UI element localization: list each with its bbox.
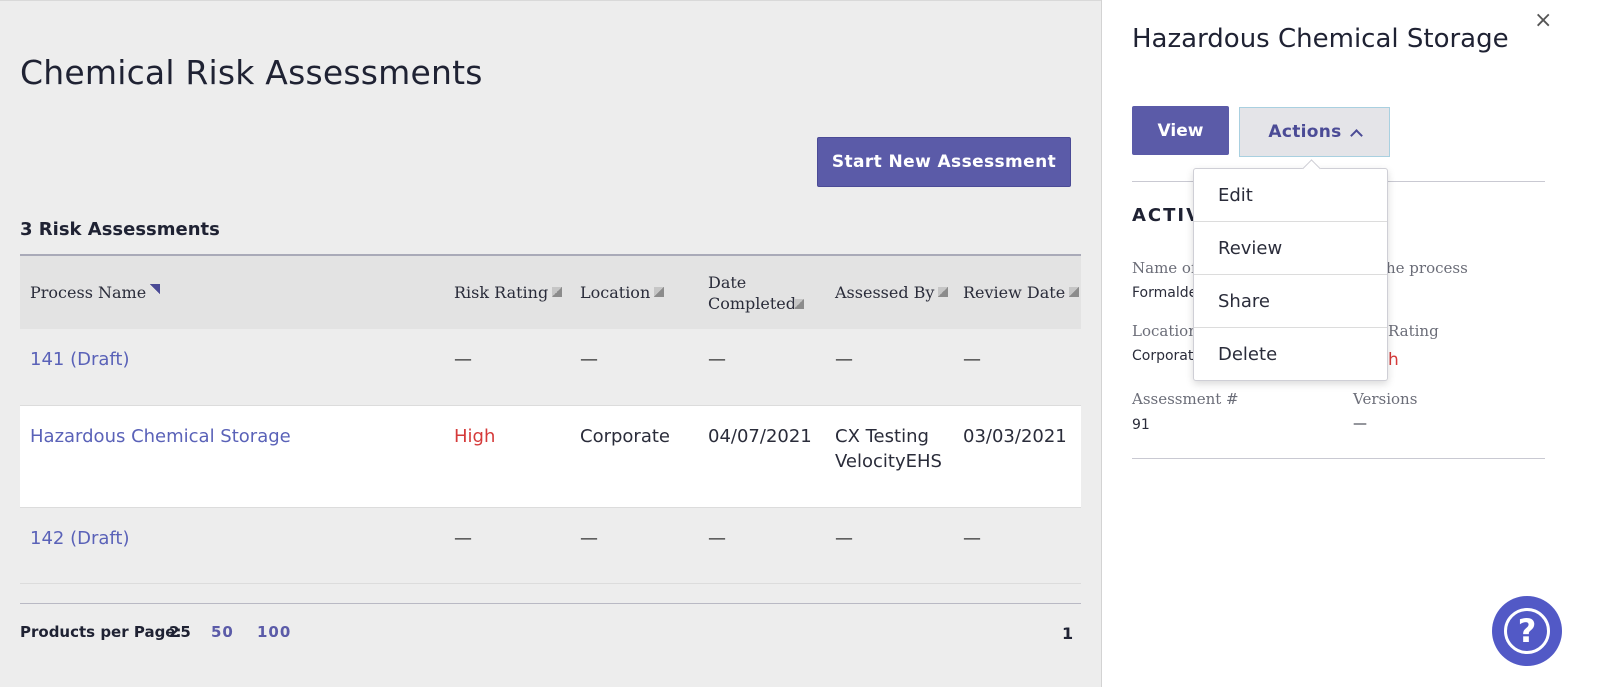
table-row-selected[interactable]: Hazardous Chemical Storage High Corporat… xyxy=(20,406,1081,508)
column-header-location[interactable]: Location xyxy=(580,256,665,329)
panel-divider xyxy=(1132,458,1545,459)
process-name-link[interactable]: Hazardous Chemical Storage xyxy=(30,424,291,449)
chevron-up-icon xyxy=(1349,128,1363,142)
sort-icon[interactable] xyxy=(938,286,949,297)
field-value-assessment-number: 91 xyxy=(1132,417,1150,433)
date-completed-cell: — xyxy=(708,349,726,370)
menu-item-share[interactable]: Share xyxy=(1194,275,1387,328)
start-new-assessment-button[interactable]: Start New Assessment xyxy=(817,137,1071,187)
menu-item-edit[interactable]: Edit xyxy=(1194,169,1387,222)
field-label-process: he process xyxy=(1386,259,1468,277)
field-value-name: Formalde xyxy=(1132,285,1198,301)
process-name-link[interactable]: 141 (Draft) xyxy=(30,347,130,372)
question-mark-icon: ? xyxy=(1504,608,1550,654)
column-header-assessed-by[interactable]: Assessed By xyxy=(835,256,949,329)
sort-icon[interactable] xyxy=(1069,286,1080,297)
sort-descending-icon[interactable] xyxy=(150,283,161,294)
per-page-option-50[interactable]: 50 xyxy=(211,623,234,641)
panel-title: Hazardous Chemical Storage xyxy=(1132,24,1509,54)
field-value-versions: — xyxy=(1353,416,1367,432)
main-content: Chemical Risk Assessments Start New Asse… xyxy=(0,0,1101,687)
sort-icon[interactable] xyxy=(794,299,804,309)
column-header-review-date[interactable]: Review Date xyxy=(963,256,1080,329)
review-date-cell: — xyxy=(963,528,981,549)
location-cell: — xyxy=(580,528,598,549)
column-label: Process Name xyxy=(30,283,147,302)
risk-rating-cell: — xyxy=(454,528,472,549)
field-label-versions: Versions xyxy=(1353,390,1418,408)
risk-rating-cell: — xyxy=(454,349,472,370)
risk-rating-cell: High xyxy=(454,426,496,447)
column-header-process-name[interactable]: Process Name xyxy=(30,256,161,329)
per-page-option-25[interactable]: 25 xyxy=(169,623,192,641)
footer-divider xyxy=(20,603,1081,604)
per-page-option-100[interactable]: 100 xyxy=(257,623,291,641)
field-value-location: Corporat xyxy=(1132,348,1194,364)
field-label-name: Name of xyxy=(1132,259,1197,277)
page-title: Chemical Risk Assessments xyxy=(20,53,483,92)
date-completed-cell: 04/07/2021 xyxy=(708,426,812,447)
assessed-by-cell: — xyxy=(835,528,853,549)
view-button[interactable]: View xyxy=(1132,106,1229,155)
actions-label: Actions xyxy=(1268,122,1342,142)
sort-icon[interactable] xyxy=(654,286,665,297)
column-label: Review Date xyxy=(963,283,1066,302)
assessed-by-cell: — xyxy=(835,349,853,370)
table-header: Process Name Risk Rating Location Date C… xyxy=(20,254,1081,329)
menu-item-delete[interactable]: Delete xyxy=(1194,328,1387,381)
field-value-risk-rating: h xyxy=(1388,350,1399,370)
column-label: Location xyxy=(580,283,651,302)
table-row: 142 (Draft) — — — — — xyxy=(20,508,1081,584)
assessments-table: Process Name Risk Rating Location Date C… xyxy=(20,254,1081,584)
section-title: ACTIV xyxy=(1132,205,1203,226)
column-header-risk-rating[interactable]: Risk Rating xyxy=(454,256,563,329)
menu-item-review[interactable]: Review xyxy=(1194,222,1387,275)
location-cell: — xyxy=(580,349,598,370)
table-row: 141 (Draft) — — — — — xyxy=(20,329,1081,406)
process-name-link[interactable]: 142 (Draft) xyxy=(30,526,130,551)
actions-button[interactable]: Actions xyxy=(1239,107,1390,157)
help-button[interactable]: ? xyxy=(1492,596,1562,666)
close-icon[interactable]: × xyxy=(1534,10,1552,32)
actions-dropdown-menu: Edit Review Share Delete xyxy=(1193,168,1388,381)
date-completed-cell: — xyxy=(708,528,726,549)
assessed-by-cell: CX Testing VelocityEHS xyxy=(835,426,942,472)
location-cell: Corporate xyxy=(580,426,670,447)
review-date-cell: — xyxy=(963,349,981,370)
field-label-location: Location xyxy=(1132,322,1198,340)
column-label: Assessed By xyxy=(835,283,935,302)
review-date-cell: 03/03/2021 xyxy=(963,426,1067,447)
per-page-label: Products per Page: xyxy=(20,623,182,641)
column-label: Risk Rating xyxy=(454,283,549,302)
sort-icon[interactable] xyxy=(552,286,563,297)
assessment-count: 3 Risk Assessments xyxy=(20,219,220,240)
page-number-current[interactable]: 1 xyxy=(1062,624,1073,643)
column-header-date-completed[interactable]: Date Completed xyxy=(708,256,818,329)
field-label-risk-rating: Rating xyxy=(1388,322,1439,340)
field-label-assessment-number: Assessment # xyxy=(1132,390,1239,408)
